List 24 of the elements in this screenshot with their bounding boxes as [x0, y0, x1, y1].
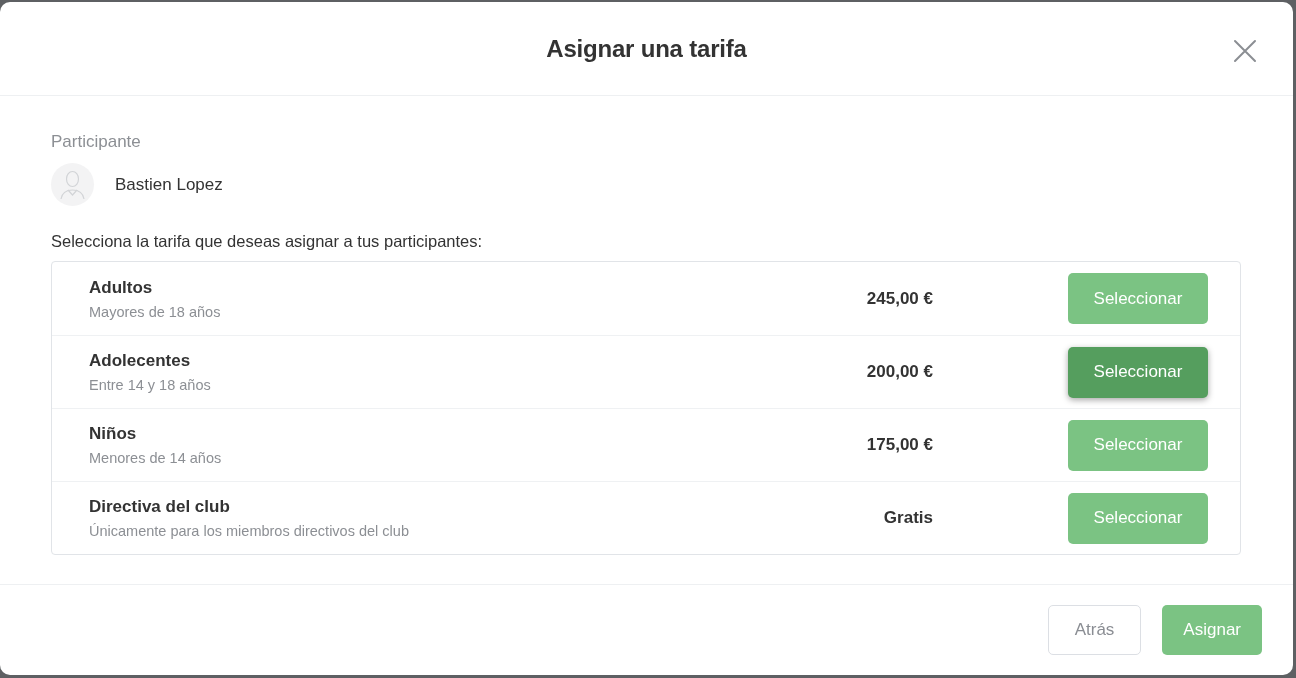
- tariff-description: Únicamente para los miembros directivos del club: [89, 522, 409, 540]
- tariff-name: Adolecentes: [89, 350, 191, 372]
- tariff-price: 175,00 €: [866, 434, 933, 457]
- tariff-description: Entre 14 y 18 años: [89, 376, 211, 394]
- close-icon[interactable]: [1233, 39, 1257, 63]
- tariff-price: Gratis: [883, 507, 933, 530]
- instruction-text: Selecciona la tarifa que deseas asignar a tus participantes:: [51, 231, 483, 252]
- avatar-icon: [51, 163, 94, 206]
- tariff-description: Mayores de 18 años: [89, 302, 221, 321]
- participant-name: Bastien Lopez: [115, 173, 223, 196]
- back-button[interactable]: Atrás: [1047, 605, 1142, 655]
- tariff-name: Directiva del club: [89, 496, 230, 518]
- tariff-name: Adultos: [89, 276, 153, 299]
- tariff-description: Menores de 14 años: [89, 449, 222, 467]
- tariff-price: 200,00 €: [866, 361, 933, 384]
- dialog-title: Asignar una tarifa: [546, 33, 747, 64]
- select-button[interactable]: Seleccionar: [1068, 273, 1208, 324]
- assign-button[interactable]: Asignar: [1162, 605, 1262, 655]
- participant-label: Participante: [51, 131, 141, 153]
- select-button[interactable]: Seleccionar: [1068, 419, 1208, 471]
- select-button[interactable]: Seleccionar: [1068, 346, 1208, 398]
- select-button[interactable]: Seleccionar: [1068, 492, 1208, 544]
- tariff-name: Niños: [89, 423, 137, 445]
- tariff-price: 245,00 €: [866, 287, 933, 310]
